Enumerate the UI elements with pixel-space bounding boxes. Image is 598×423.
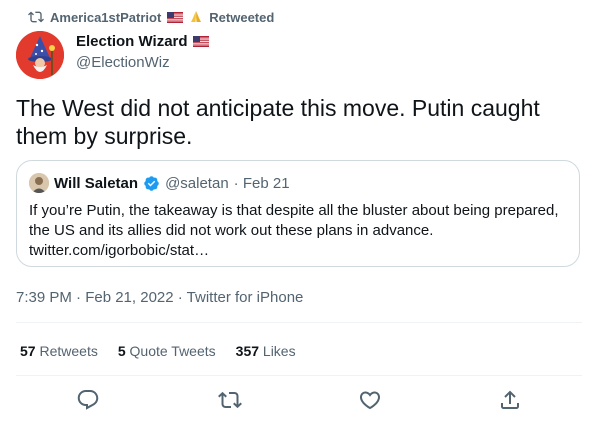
verified-badge-icon (144, 175, 159, 191)
author-name[interactable]: Election Wizard (76, 33, 188, 50)
quote-tweets-label: Quote Tweets (129, 343, 216, 359)
quoted-tweet[interactable]: Will Saletan @saletan · Feb 21 If you’re… (16, 160, 580, 267)
divider (16, 322, 582, 323)
quoted-author-avatar (29, 173, 49, 193)
retweet-context[interactable]: America1stPatriot Retweeted (28, 8, 274, 26)
tweet-text: The West did not anticipate this move. P… (16, 95, 540, 149)
reply-icon[interactable] (76, 388, 100, 412)
avatar[interactable] (16, 31, 64, 79)
divider (16, 375, 582, 376)
retweet-icon[interactable] (218, 388, 242, 412)
retweets-label: Retweets (39, 343, 98, 359)
us-flag-icon (167, 11, 184, 23)
share-icon[interactable] (498, 388, 522, 412)
us-flag-icon (192, 36, 209, 47)
quoted-author-handle: @saletan (165, 174, 229, 192)
retweets-count: 57 (20, 343, 36, 359)
retweeted-label: Retweeted (209, 9, 275, 25)
quote-tweets-stat[interactable]: 5 Quote Tweets (118, 343, 216, 359)
tweet-timestamp[interactable]: 7:39 PM · Feb 21, 2022 · Twitter for iPh… (16, 289, 303, 306)
likes-count: 357 (235, 343, 260, 359)
engagement-stats: 57 Retweets 5 Quote Tweets 357 Likes (20, 343, 316, 359)
retweets-stat[interactable]: 57 Retweets (20, 343, 98, 359)
likes-stat[interactable]: 357 Likes (236, 343, 296, 359)
retweeter-name[interactable]: America1stPatriot (50, 10, 161, 25)
quote-tweets-count: 5 (117, 343, 126, 359)
quoted-tweet-text: If you’re Putin, the takeaway is that de… (29, 202, 559, 259)
like-icon[interactable] (358, 388, 382, 412)
praying-hands-icon (191, 11, 202, 22)
quoted-date: · Feb 21 (233, 174, 290, 192)
quoted-author-name: Will Saletan (54, 174, 139, 192)
author-name-row[interactable]: Election Wizard (76, 33, 209, 50)
likes-label: Likes (262, 343, 296, 359)
quoted-tweet-header: Will Saletan @saletan · Feb 21 (29, 173, 290, 193)
author-handle[interactable]: @ElectionWiz (76, 54, 170, 71)
retweet-icon (28, 11, 44, 23)
wizard-avatar-image (16, 31, 64, 79)
